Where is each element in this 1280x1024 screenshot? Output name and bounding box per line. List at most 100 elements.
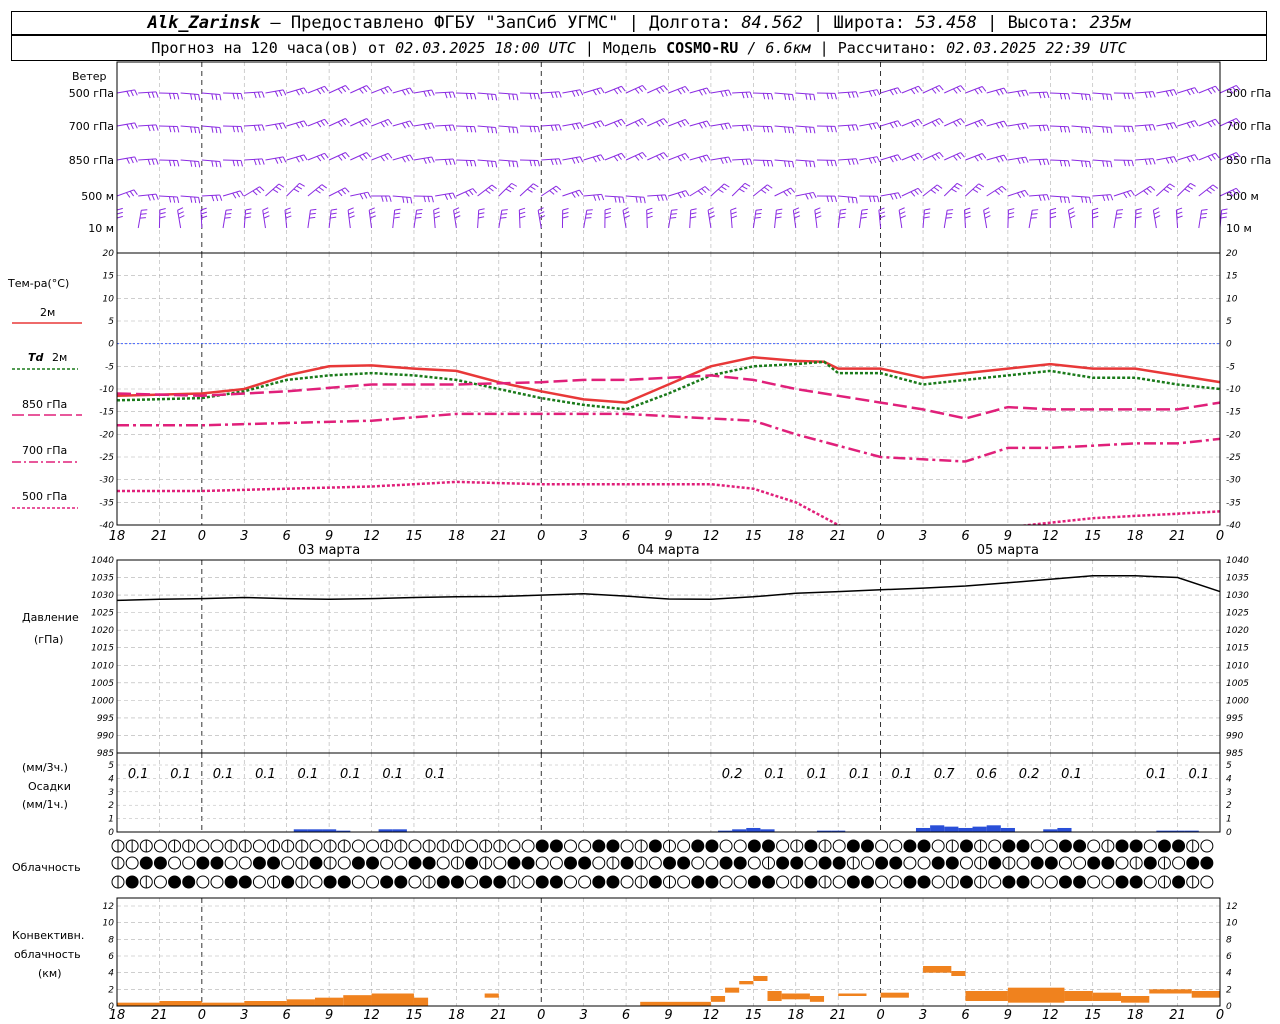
wind-barb-feather: [1130, 190, 1135, 196]
cloud-symbol: [592, 875, 606, 889]
wind-barb-feather: [427, 90, 431, 97]
wind-barb-feather: [826, 93, 829, 100]
cloud-symbol: [210, 839, 224, 853]
cloud-symbol: [323, 875, 337, 889]
wind-barb: [1135, 91, 1154, 94]
wind-barb-feather: [1008, 216, 1015, 219]
y-tick-label-left: 4: [108, 969, 114, 979]
wind-barb-feather: [1211, 87, 1216, 93]
cloud-symbol: [917, 856, 931, 870]
wind-barb-feather: [741, 92, 745, 99]
cloud-symbol: [832, 875, 846, 889]
cloud-symbol: [1200, 875, 1214, 889]
wind-barb-feather: [1059, 160, 1063, 167]
wind-barb-feather: [775, 212, 782, 215]
cloud-symbol: [578, 856, 592, 870]
wind-barb-feather: [508, 185, 515, 190]
wind-barb-feather: [324, 153, 329, 159]
wind-barb-feather: [1025, 89, 1029, 96]
wind-barb-feather: [368, 207, 375, 211]
wind-barb-feather: [1148, 124, 1152, 131]
wind-barb-feather: [516, 161, 519, 168]
wind-barb-feather: [415, 216, 422, 219]
wind-barb-feather: [638, 119, 644, 126]
wind-barb-feather: [359, 121, 364, 127]
y-tick-label-right: 15: [1226, 272, 1238, 282]
wind-barb-feather: [776, 208, 783, 211]
cloud-label: Облачность: [12, 861, 81, 874]
wind-barb-feather: [401, 156, 406, 163]
wind-barb-feather: [730, 211, 737, 215]
wind-barb-feather: [168, 196, 172, 203]
y-tick-label-right: 2: [1226, 801, 1232, 811]
wind-barb-feather: [201, 211, 208, 215]
cloud-symbol: [705, 856, 719, 870]
wind-barb-feather: [309, 216, 316, 219]
wind-barb-feather: [1190, 88, 1195, 95]
wind-barb-feather: [452, 192, 456, 199]
wind-barb-feather: [814, 207, 821, 211]
wind-barb-feather: [1165, 123, 1170, 130]
cloud-symbol: [747, 839, 761, 853]
wind-barb-feather: [384, 87, 389, 93]
wind-barb-feather: [770, 126, 774, 133]
cloud-symbol: [465, 875, 479, 889]
wind-barb-feather: [236, 191, 241, 198]
wind-barb-feather: [348, 215, 355, 219]
wind-barb-feather: [614, 196, 617, 203]
cloud-symbol: [903, 839, 917, 853]
wind-barb-feather: [539, 215, 546, 219]
wind-barb-feather: [508, 160, 511, 167]
wind-barb-feather: [600, 87, 605, 94]
y-tick-label-right: 1: [1226, 815, 1232, 825]
precip-3h-label: 0.1: [425, 767, 446, 782]
wind-barb-feather: [995, 90, 1000, 96]
cloud-symbol: [507, 839, 521, 853]
wind-barb-feather: [851, 91, 855, 98]
wind-barb-feather: [596, 155, 601, 162]
wind-barb: [244, 91, 263, 94]
wind-barb-feather: [448, 92, 452, 99]
wind-barb-feather: [1021, 123, 1025, 130]
wind-barb-feather: [452, 158, 456, 165]
cloud-symbol: [691, 839, 705, 853]
wind-barb-feather: [924, 212, 931, 215]
wind-barb-feather: [465, 93, 469, 100]
wind-barb-feather: [1001, 185, 1007, 191]
wind-barb-feather: [805, 193, 809, 200]
wind-barb-feather: [586, 209, 593, 211]
wind-barb-feather: [775, 216, 782, 219]
wind-barb-feather: [1146, 188, 1152, 193]
y-tick-label-right: 0: [1226, 1002, 1232, 1012]
wind-barb-feather: [550, 92, 554, 99]
wind-barb-feather: [1046, 91, 1050, 98]
precip-unit1-label: (мм/1ч.): [22, 798, 68, 811]
wind-barb-feather: [1042, 92, 1046, 99]
conv-cloud-bar: [314, 997, 344, 1006]
wind-barb-feather: [638, 86, 644, 93]
wind-barb-feather: [766, 126, 770, 133]
wind-barb-feather: [151, 124, 155, 131]
wind-barb: [541, 91, 560, 94]
conv-cloud-bar: [1092, 992, 1122, 1001]
cloud-symbol: [578, 875, 592, 889]
wind-barb-feather: [1153, 211, 1160, 215]
wind-barb-feather: [178, 215, 185, 219]
y-tick-label-right: 1035: [1226, 574, 1249, 584]
cloud-symbol: [436, 856, 450, 870]
wind-barb-feather: [366, 85, 371, 91]
wind-barb-feather: [978, 154, 983, 161]
wind-barb-feather: [533, 160, 536, 167]
wind-barb-feather: [592, 122, 597, 129]
wind-barb-feather: [592, 89, 597, 96]
cloud-symbol: [578, 839, 592, 853]
wind-barb-feather: [685, 190, 690, 196]
cloud-symbol: [521, 875, 535, 889]
cloud-symbol: [733, 856, 747, 870]
x-tick-label: 21: [491, 529, 508, 544]
wind-barb-feather: [431, 156, 435, 163]
wind-barb-feather: [597, 194, 601, 201]
wind-barb-feather: [851, 158, 855, 165]
wind-barb-feather: [495, 161, 498, 168]
wind-barb-feather: [1067, 160, 1071, 167]
